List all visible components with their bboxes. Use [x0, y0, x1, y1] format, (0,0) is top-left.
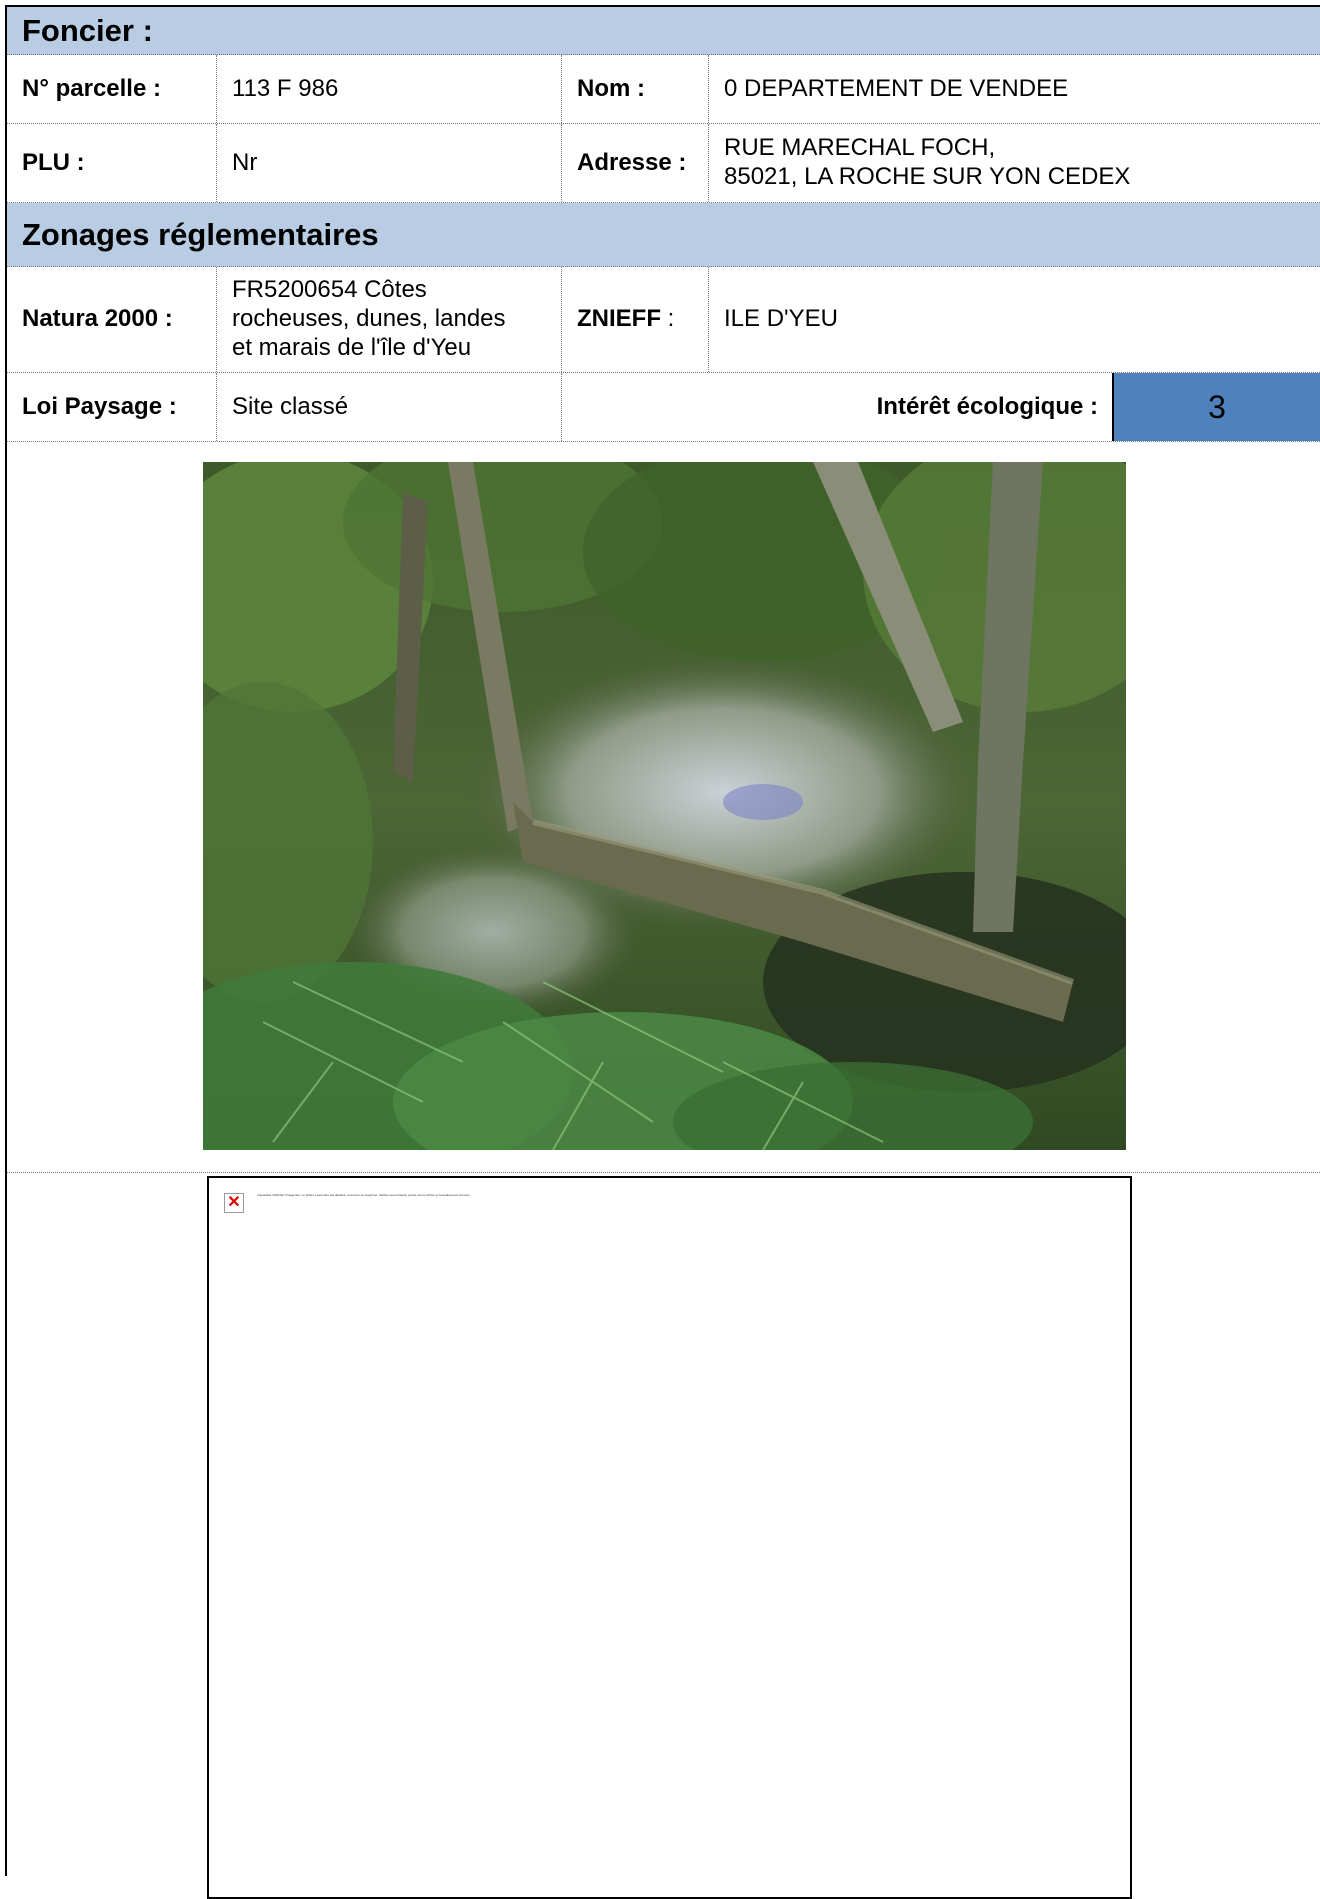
natura-line: rocheuses, dunes, landes — [232, 305, 506, 333]
section-title-zonages: Zonages réglementaires — [22, 216, 379, 252]
parcelle-value: 113 F 986 — [216, 55, 561, 123]
broken-image-icon: ✕ — [224, 1193, 244, 1213]
znieff-label: ZNIEFF : — [561, 267, 708, 372]
znieff-label-text: ZNIEFF — [577, 305, 661, 333]
natura-line: FR5200654 Côtes — [232, 276, 427, 304]
row-plu: PLU : Nr Adresse : RUE MARECHAL FOCH, 85… — [7, 124, 1320, 203]
broken-image-frame: ✕ Impossible d'afficher l'image liée. Le… — [207, 1176, 1132, 1899]
natura-value: FR5200654 Côtes rocheuses, dunes, landes… — [216, 267, 561, 372]
adresse-value: RUE MARECHAL FOCH, 85021, LA ROCHE SUR Y… — [708, 124, 1320, 202]
parcelle-label: N° parcelle : — [22, 74, 161, 102]
broken-image-message: Impossible d'afficher l'image liée. Le f… — [257, 1193, 471, 1197]
znieff-colon: : — [661, 305, 675, 333]
loi-paysage-value: Site classé — [216, 373, 561, 441]
row-loi-paysage: Loi Paysage : Site classé Intérêt écolog… — [7, 373, 1320, 442]
natura-line: et marais de l'île d'Yeu — [232, 333, 472, 361]
natura-label: Natura 2000 : — [22, 305, 173, 333]
adresse-line: RUE MARECHAL FOCH, — [724, 134, 996, 162]
interet-label: Intérêt écologique : — [561, 373, 1112, 441]
adresse-line: 85021, LA ROCHE SUR YON CEDEX — [724, 163, 1131, 190]
section-header-zonages: Zonages réglementaires — [7, 203, 1320, 267]
section-title-foncier: Foncier : — [22, 12, 153, 48]
plu-label: PLU : — [22, 148, 85, 176]
section-header-foncier: Foncier : — [7, 7, 1320, 55]
adresse-label: Adresse : — [561, 124, 708, 202]
plu-value: Nr — [216, 124, 561, 202]
loi-paysage-label: Loi Paysage : — [22, 392, 177, 420]
row-parcelle: N° parcelle : 113 F 986 Nom : 0 DEPARTEM… — [7, 55, 1320, 124]
forest-photo-illustration — [133, 432, 1183, 1192]
nom-value: 0 DEPARTEMENT DE VENDEE — [708, 55, 1320, 123]
nom-label: Nom : — [561, 55, 708, 123]
row-natura: Natura 2000 : FR5200654 Côtes rocheuses,… — [7, 267, 1320, 373]
site-photo — [133, 432, 1183, 1192]
interet-score: 3 — [1112, 373, 1320, 441]
znieff-value: ILE D'YEU — [708, 267, 1320, 372]
